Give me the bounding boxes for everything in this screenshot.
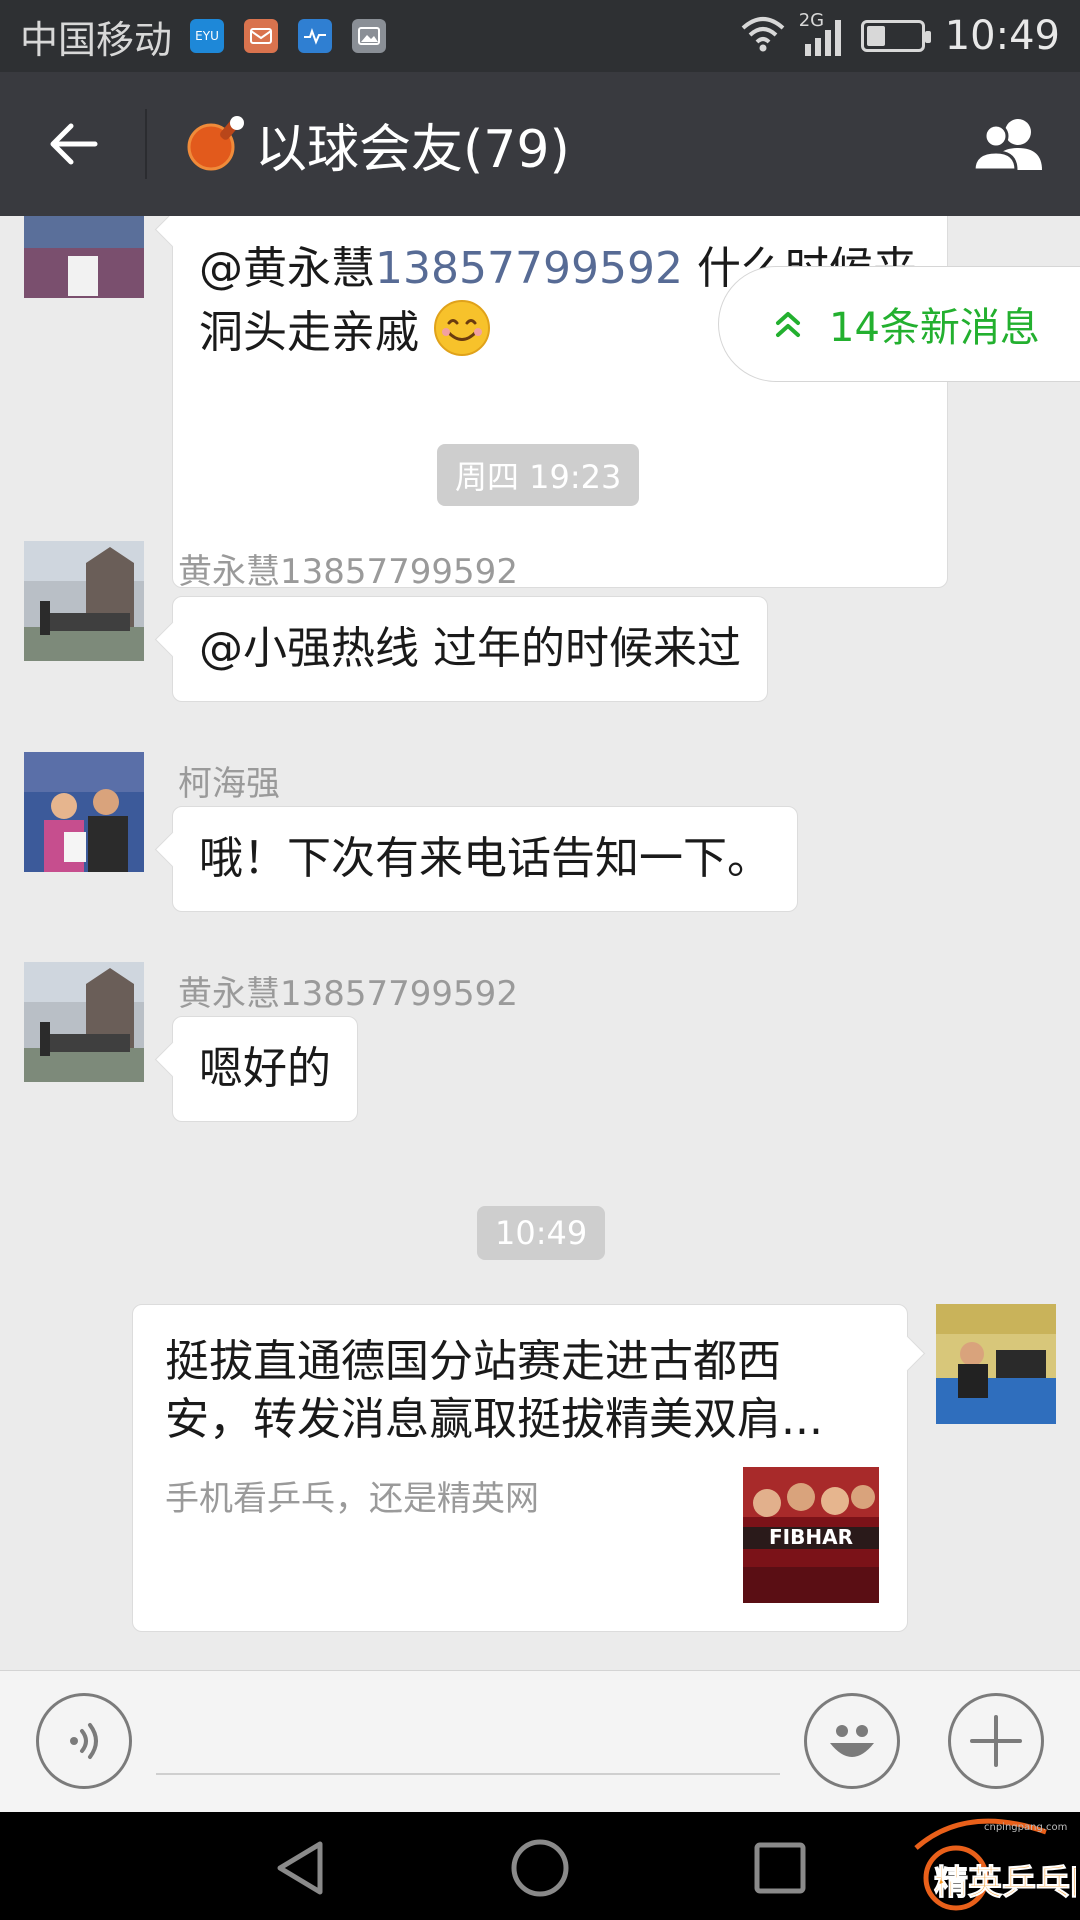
cell-signal-icon: 2G: [799, 10, 847, 58]
sender-name: 柯海强: [178, 764, 280, 804]
chat-messages[interactable]: @黄永慧13857799592 什么时候来洞头走亲戚 14条新消息 周四 19:…: [0, 216, 1080, 1670]
nav-home-button[interactable]: [508, 1836, 572, 1900]
mail-icon: [244, 19, 279, 53]
link-thumbnail: FIBHAR: [743, 1467, 879, 1603]
sender-name: 黄永慧13857799592: [178, 974, 518, 1014]
sender-name: 黄永慧13857799592: [178, 552, 518, 592]
mention-text[interactable]: @黄永慧: [199, 243, 375, 294]
plus-icon: [970, 1715, 1022, 1767]
carrier-name: 中国移动: [20, 17, 173, 62]
health-icon: [298, 19, 333, 53]
back-button[interactable]: [0, 72, 145, 216]
avatar[interactable]: [24, 752, 144, 872]
timestamp: 10:49: [477, 1206, 606, 1260]
my-avatar[interactable]: [936, 1304, 1056, 1424]
double-chevron-up-icon: [776, 312, 800, 337]
smiley-emoji: [434, 300, 490, 356]
message-bubble[interactable]: 哦！下次有来电话告知一下。: [172, 806, 798, 912]
input-bar: [0, 1670, 1080, 1812]
ping-pong-paddle-icon: [185, 111, 247, 177]
message-text: 哦！下次有来电话告知一下。: [199, 833, 771, 884]
message-text: 嗯好的: [199, 1043, 331, 1094]
gallery-icon: [352, 19, 387, 53]
battery-icon: [860, 20, 931, 52]
group-members-button[interactable]: [940, 72, 1080, 216]
avatar[interactable]: [24, 962, 144, 1082]
back-arrow-icon: [50, 123, 97, 165]
emoji-icon: [830, 1725, 874, 1757]
voice-toggle-icon: [70, 1723, 98, 1759]
group-people-icon: [972, 119, 1042, 172]
message-text: @小强热线 过年的时候来过: [199, 623, 741, 674]
recents-square-icon: [754, 1842, 806, 1894]
link-title: 挺拔直通德国分站赛走进古都西安，转发消息赢取挺拔精美双肩...: [165, 1336, 823, 1445]
avatar[interactable]: [24, 541, 144, 661]
message-bubble[interactable]: @小强热线 过年的时候来过: [172, 596, 768, 702]
nav-back-button[interactable]: [268, 1836, 332, 1900]
phone-number-link[interactable]: 13857799592: [375, 243, 683, 294]
timestamp: 周四 19:23: [437, 444, 640, 506]
wifi-icon: [741, 16, 785, 56]
new-messages-banner[interactable]: 14条新消息: [718, 266, 1080, 382]
emoji-button[interactable]: [804, 1693, 900, 1789]
battery-level: [866, 26, 885, 46]
title-area[interactable]: 以球会友(79): [185, 107, 570, 182]
watermark-logo: 精英乒乓网 cnpingpang.com: [896, 1808, 1080, 1916]
more-button[interactable]: [948, 1693, 1044, 1789]
chat-title: 以球会友(79): [255, 119, 570, 180]
home-circle-icon: [511, 1839, 569, 1897]
back-triangle-icon: [277, 1841, 323, 1895]
watermark-url: cnpingpang.com: [984, 1822, 1067, 1833]
new-messages-label: 14条新消息: [829, 305, 1040, 351]
voice-toggle-button[interactable]: [36, 1693, 132, 1789]
avatar[interactable]: [24, 216, 144, 298]
message-bubble[interactable]: 嗯好的: [172, 1016, 358, 1122]
message-input[interactable]: [156, 1711, 780, 1775]
link-description: 手机看乒乓，还是精英网: [165, 1479, 539, 1519]
chat-header: 以球会友(79): [0, 72, 1080, 216]
eyu-app-icon: EYU: [190, 19, 225, 53]
status-bar: 中国移动 EYU 2G 10:49: [0, 0, 1080, 72]
nav-recents-button[interactable]: [748, 1836, 812, 1900]
link-card-message[interactable]: 挺拔直通德国分站赛走进古都西安，转发消息赢取挺拔精美双肩... 手机看乒乓，还是…: [132, 1304, 908, 1632]
header-divider: [145, 109, 147, 179]
status-time: 10:49: [944, 13, 1060, 59]
thumb-brand-text: FIBHAR: [769, 1525, 853, 1549]
watermark-brand: 精英乒乓网: [934, 1863, 1076, 1903]
